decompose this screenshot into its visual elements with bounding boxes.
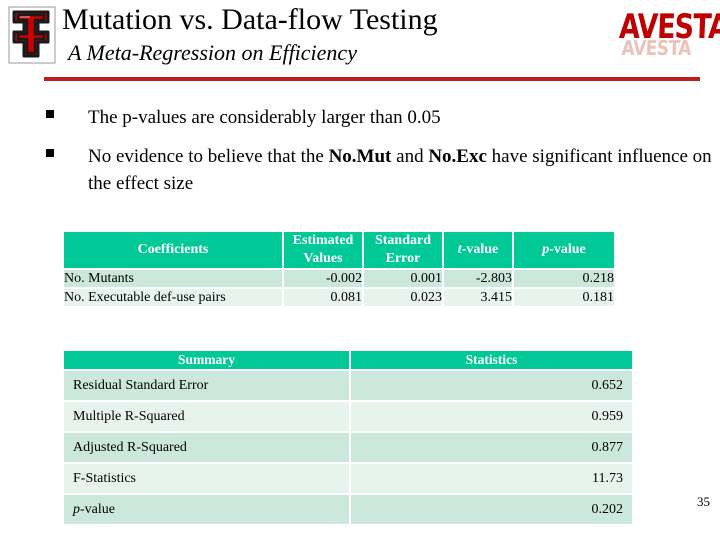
column-header-estimated-values: Estimated Values [284,232,362,268]
avesta-logo-shadow-text: AVESTA [620,37,692,61]
cell-standard-error: 0.001 [364,270,442,287]
cell-summary-label: Residual Standard Error [64,371,349,400]
cell-summary-label: Multiple R-Squared [64,402,349,431]
list-item: No evidence to believe that the No.Mut a… [0,143,720,197]
column-header-statistics: Statistics [351,351,632,369]
bullet-square-icon [46,110,54,118]
bullet-text: No evidence to believe that the No.Mut a… [88,143,720,197]
table-row: p-value 0.202 [64,495,632,524]
table-row: Multiple R-Squared 0.959 [64,402,632,431]
cell-estimated-value: -0.002 [284,270,362,287]
table-row: No. Mutants -0.002 0.001 -2.803 0.218 [64,270,614,287]
table-header-row: Coefficients Estimated Values Standard E… [64,232,614,268]
double-t-icon [8,6,56,64]
bullet-square-icon [46,149,54,157]
cell-summary-label: p-value [64,495,349,524]
table-row: Residual Standard Error 0.652 [64,371,632,400]
cell-summary-value: 0.202 [351,495,632,524]
bullet-text: The p-values are considerably larger tha… [88,104,720,131]
page-title: Mutation vs. Data-flow Testing [62,3,438,36]
summary-statistics-table: Summary Statistics Residual Standard Err… [62,349,634,526]
cell-standard-error: 0.023 [364,289,442,306]
bullet-text-part: The p-values are considerably larger tha… [88,107,441,128]
cell-summary-label: F-Statistics [64,464,349,493]
cell-summary-value: 11.73 [351,464,632,493]
p-value-suffix: -value [80,502,115,517]
avesta-logo: AVESTA AVESTA [618,4,720,61]
cell-summary-value: 0.959 [351,402,632,431]
table-header: Coefficients Estimated Values Standard E… [64,232,614,268]
table-header-row: Summary Statistics [64,351,632,369]
bullet-list: The p-values are considerably larger tha… [0,104,720,209]
bullet-emphasis-no-mut: No.Mut [328,146,392,167]
t-value-suffix: -value [461,242,499,257]
cell-coefficient-label: No. Executable def-use pairs [64,289,282,306]
p-value-suffix: -value [549,242,586,257]
table-row: F-Statistics 11.73 [64,464,632,493]
cell-p-value: 0.181 [514,289,614,306]
column-header-coefficients: Coefficients [64,232,282,268]
list-item: The p-values are considerably larger tha… [0,104,720,131]
coefficients-table: Coefficients Estimated Values Standard E… [62,230,616,308]
cell-summary-label: Adjusted R-Squared [64,433,349,462]
column-header-standard-error: Standard Error [364,232,442,268]
column-header-t-value: t-value [444,232,512,268]
p-symbol: p [73,502,80,517]
table-row: Adjusted R-Squared 0.877 [64,433,632,462]
table-body: Residual Standard Error 0.652 Multiple R… [64,371,632,524]
table-row: No. Executable def-use pairs 0.081 0.023… [64,289,614,306]
bullet-emphasis-no-exc: No.Exc [428,146,487,167]
header-divider-rule [44,77,700,81]
slide-number: 35 [697,494,710,509]
cell-estimated-value: 0.081 [284,289,362,306]
cell-t-value: 3.415 [444,289,512,306]
column-header-summary: Summary [64,351,349,369]
cell-summary-value: 0.652 [351,371,632,400]
cell-p-value: 0.218 [514,270,614,287]
slide-header: Mutation vs. Data-flow Testing A Meta-Re… [0,0,720,86]
cell-coefficient-label: No. Mutants [64,270,282,287]
cell-t-value: -2.803 [444,270,512,287]
bullet-text-part: No evidence to believe that the [88,146,329,167]
cell-summary-value: 0.877 [351,433,632,462]
column-header-p-value: p-value [514,232,614,268]
table-body: No. Mutants -0.002 0.001 -2.803 0.218 No… [64,270,614,306]
title-block: Mutation vs. Data-flow Testing A Meta-Re… [62,2,622,67]
bullet-text-part: and [391,146,429,167]
texas-tech-double-t-logo [8,6,56,64]
table-header: Summary Statistics [64,351,632,369]
page-subtitle: A Meta-Regression on Efficiency [68,40,357,65]
